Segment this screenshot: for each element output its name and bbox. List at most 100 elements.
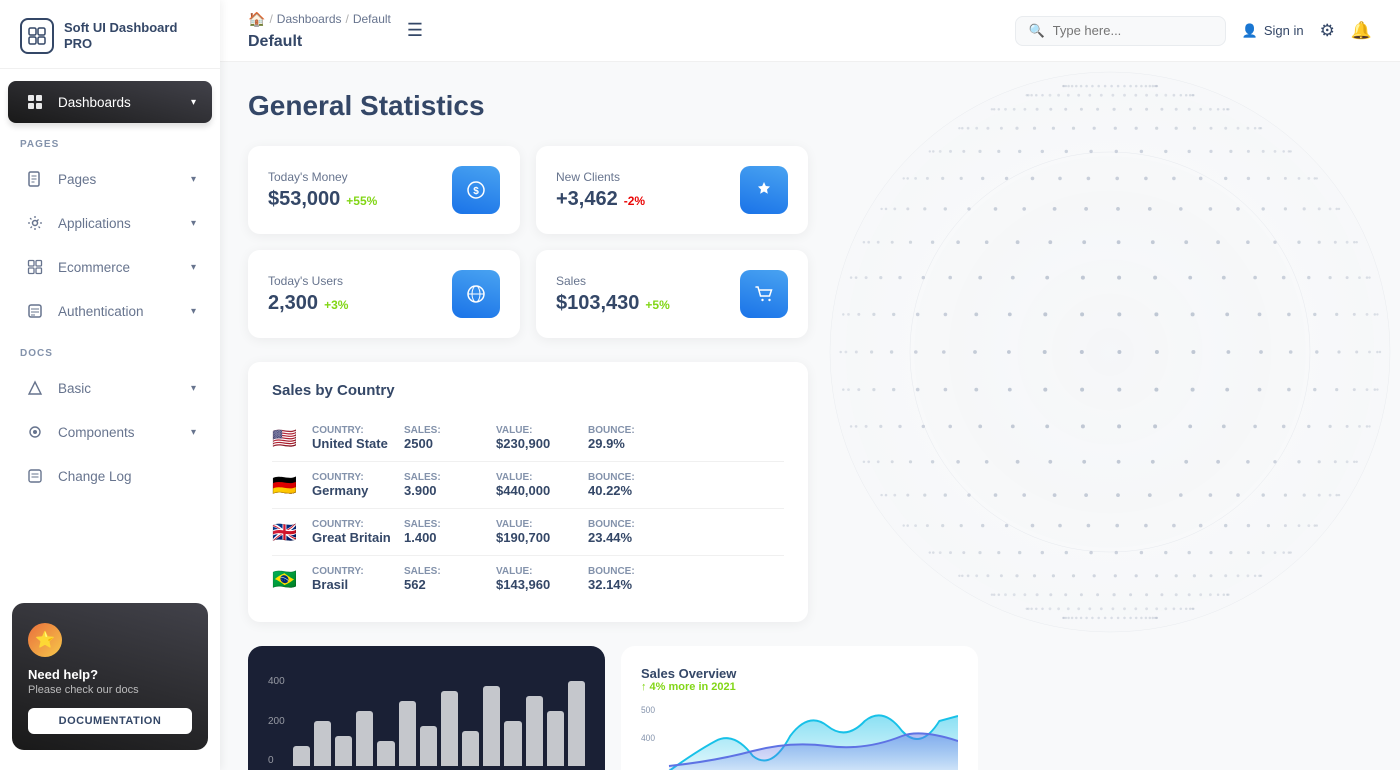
bar-item — [293, 746, 310, 766]
bar-chart-card: 400 200 0 — [248, 646, 605, 770]
bar-item — [483, 686, 500, 766]
ecommerce-icon — [24, 256, 46, 278]
todays-users-value: 2,300 — [268, 292, 318, 315]
applications-icon — [24, 212, 46, 234]
changelog-icon — [24, 465, 46, 487]
sidebar-item-ecommerce-label: Ecommerce — [58, 260, 130, 275]
search-input[interactable] — [1053, 23, 1213, 38]
flag-gb: 🇬🇧 — [272, 520, 300, 545]
todays-users-label: Today's Users — [268, 274, 348, 288]
bar-item — [335, 736, 352, 766]
bar-item — [441, 691, 458, 766]
authentication-chevron: ▾ — [191, 306, 196, 317]
svg-text:400: 400 — [641, 733, 655, 743]
sidebar-item-authentication-label: Authentication — [58, 304, 144, 319]
sidebar-item-basic[interactable]: Basic ▾ — [8, 367, 212, 409]
sales-overview-subtitle: ↑ 4% more in 2021 — [641, 681, 958, 693]
sidebar-item-authentication[interactable]: Authentication ▾ — [8, 290, 212, 332]
country-name-us: United State — [312, 436, 392, 451]
svg-text:$: $ — [473, 186, 479, 197]
breadcrumb-title: Default — [248, 33, 302, 51]
country-name-gb: Great Britain — [312, 530, 392, 545]
breadcrumb-home-icon: 🏠 — [248, 11, 265, 28]
docs-section-label: DOCS — [0, 334, 220, 365]
flag-de: 🇩🇪 — [272, 473, 300, 498]
sales-icon — [740, 270, 788, 318]
sidebar-item-basic-label: Basic — [58, 381, 91, 396]
todays-users-icon — [452, 270, 500, 318]
bar-item — [314, 721, 331, 766]
charts-row: 400 200 0 Sales Overview ↑ 4% more in 20… — [248, 646, 978, 770]
flag-us: 🇺🇸 — [272, 426, 300, 451]
bounce-value-de: 40.22% — [588, 483, 668, 498]
stats-grid: Today's Money $53,000 +55% $ New Clients — [248, 146, 808, 338]
todays-money-change: +55% — [346, 194, 377, 208]
stat-card-sales: Sales $103,430 +5% — [536, 250, 808, 338]
bounce-value-us: 29.9% — [588, 436, 668, 451]
new-clients-value: +3,462 — [556, 188, 618, 211]
sales-label: Sales — [556, 274, 670, 288]
documentation-button[interactable]: DOCUMENTATION — [28, 708, 192, 734]
country-name-de: Germany — [312, 483, 392, 498]
search-box[interactable]: 🔍 — [1015, 16, 1225, 46]
bar-item — [568, 681, 585, 766]
breadcrumb-parent: Dashboards — [277, 12, 342, 26]
todays-users-change: +3% — [324, 298, 348, 312]
bar-item — [547, 711, 564, 766]
pages-icon — [24, 168, 46, 190]
bell-icon[interactable]: 🔔 — [1351, 21, 1372, 41]
sidebar-item-applications[interactable]: Applications ▾ — [8, 202, 212, 244]
bar-item — [504, 721, 521, 766]
bar-item — [420, 726, 437, 766]
sidebar-item-pages[interactable]: Pages ▾ — [8, 158, 212, 200]
sales-country-title: Sales by Country — [272, 382, 784, 399]
sidebar-item-dashboards-label: Dashboards — [58, 95, 131, 110]
sales-overview-chart: 500 400 — [641, 701, 958, 770]
sidebar-item-components[interactable]: Components ▾ — [8, 411, 212, 453]
pages-section-label: PAGES — [0, 125, 220, 156]
sidebar-item-components-label: Components — [58, 425, 135, 440]
bar-y-0: 0 — [268, 755, 285, 766]
sidebar-item-ecommerce[interactable]: Ecommerce ▾ — [8, 246, 212, 288]
bar-y-200: 200 — [268, 716, 285, 727]
bar-y-400: 400 — [268, 676, 285, 687]
stat-card-todays-users: Today's Users 2,300 +3% — [248, 250, 520, 338]
value-value-de: $440,000 — [496, 483, 576, 498]
main-area: 🏠 / Dashboards / Default Default ☰ 🔍 👤 S… — [220, 0, 1400, 770]
bar-item — [377, 741, 394, 766]
new-clients-change: -2% — [624, 194, 645, 208]
todays-money-icon: $ — [452, 166, 500, 214]
breadcrumb-sep2: / — [346, 12, 349, 26]
search-icon: 🔍 — [1028, 23, 1044, 39]
user-icon: 👤 — [1242, 23, 1258, 39]
bar-item — [526, 696, 543, 766]
authentication-icon — [24, 300, 46, 322]
components-chevron: ▾ — [191, 427, 196, 438]
sales-value-us: 2500 — [404, 436, 484, 451]
flag-br: 🇧🇷 — [272, 567, 300, 592]
todays-money-label: Today's Money — [268, 170, 377, 184]
basic-icon — [24, 377, 46, 399]
todays-money-value: $53,000 — [268, 188, 340, 211]
sidebar-item-dashboards[interactable]: Dashboards ▾ — [8, 81, 212, 123]
signin-button[interactable]: 👤 Sign in — [1242, 23, 1304, 39]
sidebar: Soft UI Dashboard PRO Dashboards ▾ PAGES — [0, 0, 220, 770]
sidebar-logo: Soft UI Dashboard PRO — [0, 0, 220, 69]
bar-item — [399, 701, 416, 766]
menu-icon[interactable]: ☰ — [407, 20, 423, 41]
settings-icon[interactable]: ⚙ — [1320, 21, 1335, 41]
country-name-br: Brasil — [312, 577, 392, 592]
country-row-br: 🇧🇷 Country: Brasil Sales: 562 Value: $14… — [272, 556, 784, 602]
app-name: Soft UI Dashboard PRO — [64, 20, 200, 51]
signin-label: Sign in — [1264, 23, 1304, 38]
components-icon — [24, 421, 46, 443]
sales-value: $103,430 — [556, 292, 639, 315]
stat-card-todays-money: Today's Money $53,000 +55% $ — [248, 146, 520, 234]
ecommerce-chevron: ▾ — [191, 262, 196, 273]
topbar: 🏠 / Dashboards / Default Default ☰ 🔍 👤 S… — [220, 0, 1400, 62]
globe-decoration: /* dots drawn below */ — [800, 62, 1400, 662]
sidebar-help-card: ⭐ Need help? Please check our docs DOCUM… — [12, 603, 208, 750]
help-title: Need help? — [28, 667, 98, 682]
value-label-us: Value: — [496, 425, 576, 436]
sidebar-item-changelog[interactable]: Change Log — [8, 455, 212, 497]
